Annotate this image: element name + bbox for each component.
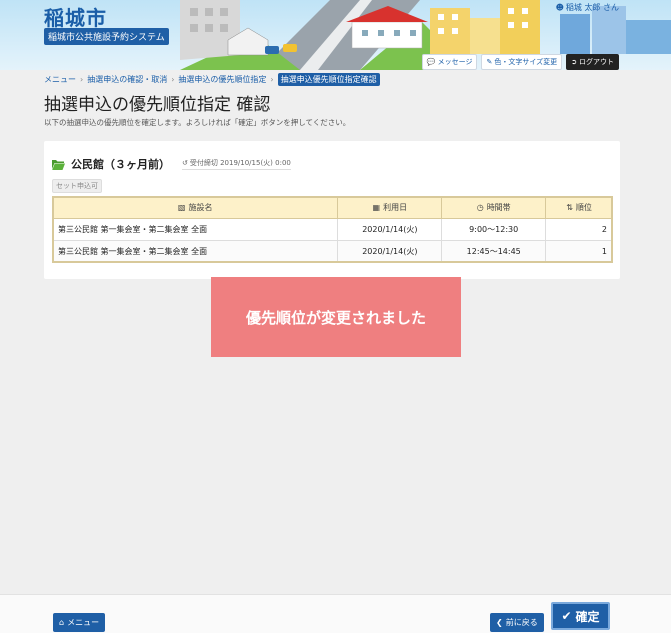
history-icon: ↺	[182, 159, 188, 167]
cell-time: 9:00～12:30	[441, 218, 547, 241]
building-icon: ▧	[177, 203, 186, 212]
col-facility: ▧ 施設名	[51, 196, 339, 219]
city-title: 稲城市	[44, 6, 107, 30]
chat-icon: 💬	[426, 58, 436, 66]
table-row: 第三公民館 第一集会室・第二集会室 全面 2020/1/14(火) 9:00～1…	[51, 218, 613, 241]
success-toast: 優先順位が変更されました	[211, 277, 461, 357]
cell-facility: 第三公民館 第一集会室・第二集会室 全面	[51, 218, 339, 241]
col-date: ▦ 利用日	[337, 196, 443, 219]
col-time-label: 時間帯	[486, 203, 511, 212]
deadline: ↺ 受付締切 2019/10/15(火) 0:00	[182, 158, 291, 170]
message-button[interactable]: 💬 メッセージ	[421, 54, 478, 70]
header: 稲城市 稲城市公共施設予約システム ☻ 稲城 太郎 さん 💬 メッセージ ✎ 色…	[0, 0, 671, 70]
sort-icon: ⇅	[566, 203, 573, 212]
user-info[interactable]: ☻ 稲城 太郎 さん	[556, 2, 619, 13]
page-description: 以下の抽選申込の優先順位を確定します。よろしければ「確定」ボタンを押してください…	[44, 118, 351, 127]
breadcrumb: メニュー › 抽選申込の確認・取消 › 抽選申込の優先順位指定 › 抽選申込優先…	[44, 73, 380, 86]
color-font-button[interactable]: ✎ 色・文字サイズ変更	[481, 54, 563, 70]
cell-facility: 第三公民館 第一集会室・第二集会室 全面	[51, 240, 339, 263]
facility-panel: 公民館（３ヶ月前） ↺ 受付締切 2019/10/15(火) 0:00 セット申…	[44, 141, 620, 279]
back-label: 前に戻る	[505, 618, 538, 627]
chevron-left-icon: ❮	[496, 618, 503, 627]
user-name: 稲城 太郎 さん	[565, 3, 619, 12]
header-buttons: 💬 メッセージ ✎ 色・文字サイズ変更 ➲ ログアウト	[421, 54, 619, 70]
back-button[interactable]: ❮ 前に戻る	[490, 613, 544, 632]
logout-button[interactable]: ➲ ログアウト	[566, 54, 619, 70]
menu-button[interactable]: ⌂ メニュー	[53, 613, 106, 632]
table-header-row: ▧ 施設名 ▦ 利用日 ◷ 時間帯 ⇅ 順位	[51, 196, 613, 219]
cell-rank: 2	[545, 218, 613, 241]
breadcrumb-link-priority[interactable]: 抽選申込の優先順位指定	[178, 74, 266, 85]
cell-date: 2020/1/14(火)	[337, 240, 443, 263]
confirm-label: 確定	[575, 609, 600, 624]
system-name: 稲城市公共施設予約システム	[44, 28, 169, 45]
cell-rank: 1	[545, 240, 613, 263]
menu-label: メニュー	[67, 618, 100, 627]
chevron-right-icon: ›	[171, 75, 175, 84]
message-label: メッセージ	[437, 58, 473, 66]
color-font-label: 色・文字サイズ変更	[494, 58, 558, 66]
set-application-tag: セット申込可	[52, 179, 102, 193]
folder-open-icon	[52, 159, 65, 170]
reservation-table: ▧ 施設名 ▦ 利用日 ◷ 時間帯 ⇅ 順位 第三公民館 第一集会室・第二集会室 全面 …	[51, 196, 613, 263]
clock-icon: ◷	[476, 203, 484, 212]
facility-heading: 公民館（３ヶ月前） ↺ 受付締切 2019/10/15(火) 0:00	[52, 156, 291, 172]
breadcrumb-current: 抽選申込優先順位指定確認	[277, 73, 380, 86]
brush-icon: ✎	[486, 58, 493, 66]
chevron-right-icon: ›	[270, 75, 274, 84]
table-row: 第三公民館 第一集会室・第二集会室 全面 2020/1/14(火) 12:45～…	[51, 240, 613, 263]
logout-label: ログアウト	[579, 58, 614, 66]
cell-date: 2020/1/14(火)	[337, 218, 443, 241]
deadline-text: 受付締切 2019/10/15(火) 0:00	[189, 159, 291, 167]
breadcrumb-link-confirm-cancel[interactable]: 抽選申込の確認・取消	[87, 74, 167, 85]
cell-time: 12:45～14:45	[441, 240, 547, 263]
col-facility-label: 施設名	[188, 203, 213, 212]
logout-icon: ➲	[571, 58, 577, 66]
check-icon: ✔	[561, 609, 572, 623]
home-icon: ⌂	[59, 618, 65, 627]
user-icon: ☻	[555, 3, 564, 12]
footer: ⌂ メニュー ❮ 前に戻る ✔ 確定	[0, 594, 671, 633]
chevron-right-icon: ›	[80, 75, 84, 84]
page-title: 抽選申込の優先順位指定 確認	[44, 95, 271, 115]
col-time: ◷ 時間帯	[441, 196, 547, 219]
facility-name: 公民館（３ヶ月前）	[71, 158, 170, 171]
col-rank: ⇅ 順位	[545, 196, 613, 219]
calendar-icon: ▦	[372, 203, 381, 212]
confirm-button[interactable]: ✔ 確定	[551, 602, 610, 630]
col-rank-label: 順位	[575, 203, 592, 212]
breadcrumb-link-menu[interactable]: メニュー	[44, 74, 76, 85]
col-date-label: 利用日	[383, 203, 408, 212]
